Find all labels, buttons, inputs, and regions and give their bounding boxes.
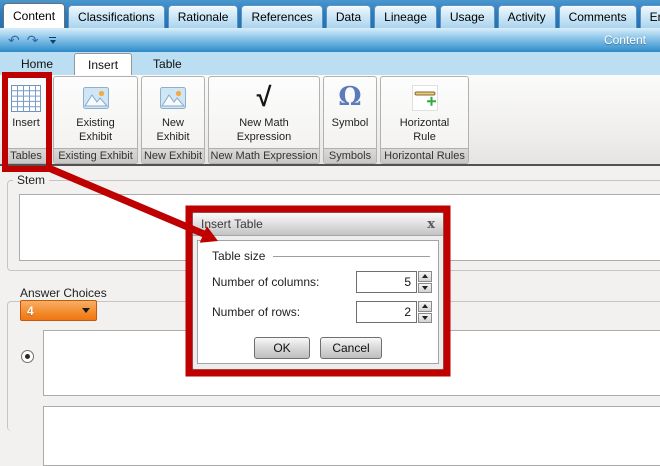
horizontal-rule-button[interactable]: Horizontal Rule [381,77,468,148]
context-title: Content [604,33,646,47]
columns-value-field[interactable]: 5 [356,271,417,293]
ribbon-group-existing-exhibit: Existing Exhibit Existing Exhibit [53,76,138,164]
ribbon-group-label-symbols: Symbols [324,148,376,163]
app-tab-lineage[interactable]: Lineage [374,5,437,28]
insert-table-button[interactable]: Insert [3,77,49,148]
ribbon-tab-home[interactable]: Home [8,53,66,75]
omega-icon: Ω [338,82,361,114]
answer-1-radio[interactable] [21,350,34,363]
answer-count-value: 4 [27,304,34,318]
answer-2-textarea[interactable] [43,406,660,466]
ribbon-group-symbols: Ω Symbol Symbols [323,76,377,164]
square-root-icon: √ [257,82,272,114]
rows-spin-up-button[interactable] [418,301,432,312]
dialog-button-row: OK Cancel [198,337,438,359]
ribbon-group-label-new-exhibit: New Exhibit [142,148,204,163]
ribbon-group-horizontal-rules: Horizontal Rule Horizontal Rules [380,76,469,164]
dialog-title: Insert Table [201,217,263,231]
app-tab-classifications[interactable]: Classifications [68,5,165,28]
symbol-button[interactable]: Ω Symbol [324,77,376,148]
existing-exhibit-button[interactable]: Existing Exhibit [54,77,137,148]
image-icon [83,82,109,114]
section-divider [273,256,430,257]
ribbon-group-label-existing-exhibit: Existing Exhibit [54,148,137,163]
app-tab-bar: Content Classifications Rationale Refere… [0,0,660,28]
app-tab-usage[interactable]: Usage [440,5,495,28]
ribbon-tab-table[interactable]: Table [140,53,195,75]
ribbon-group-label-tables: Tables [3,148,49,163]
chevron-down-icon [82,308,90,313]
new-exhibit-button[interactable]: New Exhibit [142,77,204,148]
cancel-button[interactable]: Cancel [320,337,382,359]
app-tab-enemies[interactable]: Enemies [640,5,660,28]
columns-spinner: 5 [356,271,432,293]
ribbon-button-label: New Math Expression [229,117,299,145]
ribbon-button-label: Horizontal Rule [395,117,455,145]
ribbon-tab-insert[interactable]: Insert [74,53,132,75]
image-icon [160,82,186,114]
horizontal-rule-icon [412,82,438,114]
app-tab-data[interactable]: Data [326,5,371,28]
dialog-title-bar[interactable]: Insert Table x [193,213,443,236]
rows-value-field[interactable]: 2 [356,301,417,323]
ribbon-group-tables: Insert Tables [2,76,50,164]
quick-access-toolbar: ↶ ↷ Content [0,28,660,52]
new-math-expression-button[interactable]: √ New Math Expression [209,77,319,148]
ribbon-group-new-math-expression: √ New Math Expression New Math Expressio… [208,76,320,164]
answer-choices-label: Answer Choices [20,286,107,300]
app-tab-rationale[interactable]: Rationale [168,5,239,28]
ribbon-button-label: Existing Exhibit [66,117,126,145]
rows-label: Number of rows: [212,305,300,319]
columns-spin-up-button[interactable] [418,271,432,282]
dialog-body: Table size Number of columns: 5 Number o… [197,240,439,364]
app-tab-references[interactable]: References [241,5,322,28]
ribbon-tab-bar: Home Insert Table [0,52,660,75]
toolbar-customize-icon[interactable] [49,37,56,44]
app-tab-content[interactable]: Content [3,3,65,28]
ribbon-button-label: Symbol [332,117,369,131]
app-tab-comments[interactable]: Comments [559,5,637,28]
insert-table-dialog: Insert Table x Table size Number of colu… [192,212,444,370]
ribbon-button-label: New Exhibit [148,117,198,145]
table-grid-icon [11,82,41,114]
ribbon-button-label: Insert [12,117,40,131]
ribbon-group-label-horizontal-rules: Horizontal Rules [381,148,468,163]
redo-icon[interactable]: ↷ [27,33,39,47]
arrow-down-icon [422,316,428,320]
answer-count-dropdown[interactable]: 4 [20,300,97,321]
ribbon-group-new-exhibit: New Exhibit New Exhibit [141,76,205,164]
arrow-up-icon [422,304,428,308]
rows-spin-down-button[interactable] [418,313,432,324]
arrow-down-icon [422,286,428,290]
table-size-label: Table size [212,249,265,263]
stem-label: Stem [13,173,49,187]
columns-spin-down-button[interactable] [418,283,432,294]
app-tab-activity[interactable]: Activity [498,5,556,28]
rows-spinner: 2 [356,301,432,323]
ribbon-group-label-new-math-expression: New Math Expression [209,148,319,163]
table-size-section: Table size [212,249,430,263]
ok-button[interactable]: OK [254,337,310,359]
arrow-up-icon [422,274,428,278]
close-icon[interactable]: x [427,218,435,231]
columns-label: Number of columns: [212,275,319,289]
undo-icon[interactable]: ↶ [8,33,20,47]
ribbon: Insert Tables Existing Exhibit Existing … [0,75,660,166]
